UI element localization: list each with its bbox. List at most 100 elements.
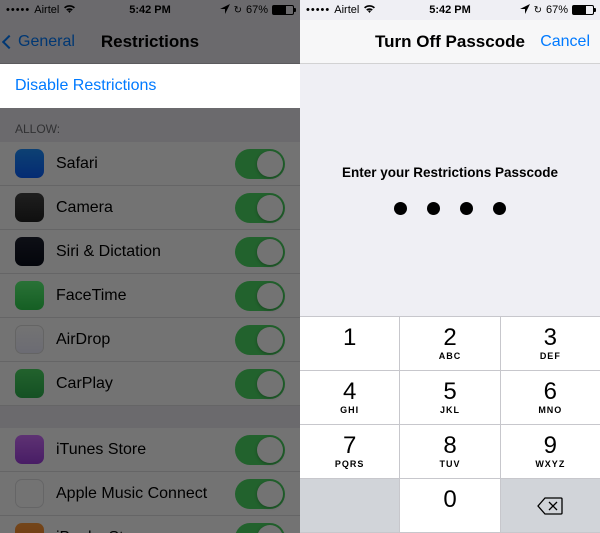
status-bar: ••••• Airtel 5:42 PM ↻ 67% — [300, 0, 600, 20]
rotation-lock-icon: ↻ — [234, 5, 242, 16]
passcode-dots — [394, 202, 506, 215]
airdrop-icon — [15, 325, 44, 354]
rotation-lock-icon: ↻ — [534, 5, 542, 16]
passcode-area: Enter your Restrictions Passcode — [300, 64, 600, 316]
numeric-keypad: 12ABC3DEF4GHI5JKL6MNO7PQRS8TUV9WXYZ0 — [300, 316, 600, 533]
keypad-digit: 4 — [343, 380, 356, 404]
keypad-digit: 2 — [443, 326, 456, 350]
keypad-digit: 3 — [544, 326, 557, 350]
keypad-key-8[interactable]: 8TUV — [400, 425, 500, 479]
settings-row-label: Siri & Dictation — [56, 243, 235, 261]
keypad-key-1[interactable]: 1 — [300, 317, 400, 371]
location-icon — [220, 4, 230, 17]
settings-row-carplay[interactable]: CarPlay — [0, 362, 300, 406]
keypad-key-9[interactable]: 9WXYZ — [501, 425, 600, 479]
keypad-backspace[interactable] — [501, 479, 600, 533]
keypad-subletters: TUV — [439, 459, 460, 469]
signal-dots-icon: ••••• — [6, 4, 30, 16]
keypad-subletters: WXYZ — [535, 459, 565, 469]
page-title: Turn Off Passcode — [375, 32, 525, 52]
keypad-key-2[interactable]: 2ABC — [400, 317, 500, 371]
keypad-subletters: PQRS — [335, 459, 365, 469]
screen-restrictions: ••••• Airtel 5:42 PM ↻ 67% — [0, 0, 300, 533]
toggle-switch[interactable] — [235, 523, 285, 533]
settings-row-music[interactable]: Apple Music Connect — [0, 472, 300, 516]
settings-row-itunes[interactable]: iTunes Store — [0, 428, 300, 472]
keypad-digit: 8 — [443, 434, 456, 458]
nav-bar: Turn Off Passcode Cancel — [300, 20, 600, 64]
settings-row-label: AirDrop — [56, 331, 235, 349]
wifi-icon — [63, 4, 76, 17]
camera-icon — [15, 193, 44, 222]
settings-row-airdrop[interactable]: AirDrop — [0, 318, 300, 362]
keypad-digit: 1 — [343, 326, 356, 350]
location-icon — [520, 4, 530, 17]
settings-row-ft[interactable]: FaceTime — [0, 274, 300, 318]
toggle-switch[interactable] — [235, 193, 285, 223]
keypad-key-3[interactable]: 3DEF — [501, 317, 600, 371]
keypad-key-5[interactable]: 5JKL — [400, 371, 500, 425]
keypad-subletters: ABC — [439, 351, 462, 361]
settings-row-label: iBooks Store — [56, 529, 235, 533]
keypad-subletters: GHI — [340, 405, 359, 415]
toggle-switch[interactable] — [235, 325, 285, 355]
battery-pct: 67% — [546, 4, 568, 16]
settings-row-label: iTunes Store — [56, 441, 235, 459]
carplay-icon — [15, 369, 44, 398]
toggle-switch[interactable] — [235, 281, 285, 311]
settings-row-label: Camera — [56, 199, 235, 217]
keypad-subletters: JKL — [440, 405, 460, 415]
signal-dots-icon: ••••• — [306, 4, 330, 16]
settings-row-safari[interactable]: Safari — [0, 142, 300, 186]
safari-icon — [15, 149, 44, 178]
screen-passcode: ••••• Airtel 5:42 PM ↻ 67% Turn Off Pass… — [300, 0, 600, 533]
battery-icon — [272, 5, 294, 15]
nav-bar: General Restrictions — [0, 20, 300, 64]
toggle-switch[interactable] — [235, 479, 285, 509]
carrier-label: Airtel — [34, 4, 59, 16]
settings-row-camera[interactable]: Camera — [0, 186, 300, 230]
itunes-icon — [15, 435, 44, 464]
toggle-switch[interactable] — [235, 149, 285, 179]
toggle-switch[interactable] — [235, 435, 285, 465]
keypad-digit: 0 — [443, 488, 456, 512]
passcode-dot — [460, 202, 473, 215]
keypad-key-0[interactable]: 0 — [400, 479, 500, 533]
keypad-key-6[interactable]: 6MNO — [501, 371, 600, 425]
siri-icon — [15, 237, 44, 266]
battery-pct: 67% — [246, 4, 268, 16]
battery-icon — [572, 5, 594, 15]
keypad-subletters: MNO — [538, 405, 562, 415]
passcode-dot — [427, 202, 440, 215]
back-button[interactable]: General — [4, 33, 75, 51]
cancel-button[interactable]: Cancel — [540, 33, 590, 51]
disable-restrictions-row-highlight[interactable]: Disable Restrictions — [0, 64, 300, 108]
page-title: Restrictions — [101, 32, 199, 52]
keypad-digit: 5 — [443, 380, 456, 404]
toggle-switch[interactable] — [235, 369, 285, 399]
settings-row-ibooks[interactable]: iBooks Store — [0, 516, 300, 533]
settings-row-label: FaceTime — [56, 287, 235, 305]
keypad-key-4[interactable]: 4GHI — [300, 371, 400, 425]
keypad-digit: 9 — [544, 434, 557, 458]
keypad-key-7[interactable]: 7PQRS — [300, 425, 400, 479]
carrier-label: Airtel — [334, 4, 359, 16]
keypad-subletters: DEF — [540, 351, 561, 361]
music-icon — [15, 479, 44, 508]
allow-section-header: ALLOW: — [0, 108, 300, 142]
keypad-digit: 7 — [343, 434, 356, 458]
disable-restrictions-label: Disable Restrictions — [15, 77, 156, 95]
settings-row-siri[interactable]: Siri & Dictation — [0, 230, 300, 274]
status-bar: ••••• Airtel 5:42 PM ↻ 67% — [0, 0, 300, 20]
ibooks-icon — [15, 523, 44, 533]
passcode-prompt: Enter your Restrictions Passcode — [342, 165, 558, 180]
settings-row-label: Safari — [56, 155, 235, 173]
passcode-dot — [493, 202, 506, 215]
backspace-icon — [537, 497, 563, 515]
toggle-switch[interactable] — [235, 237, 285, 267]
ft-icon — [15, 281, 44, 310]
chevron-left-icon — [2, 34, 16, 48]
keypad-blank — [300, 479, 400, 533]
settings-row-label: CarPlay — [56, 375, 235, 393]
keypad-digit: 6 — [544, 380, 557, 404]
